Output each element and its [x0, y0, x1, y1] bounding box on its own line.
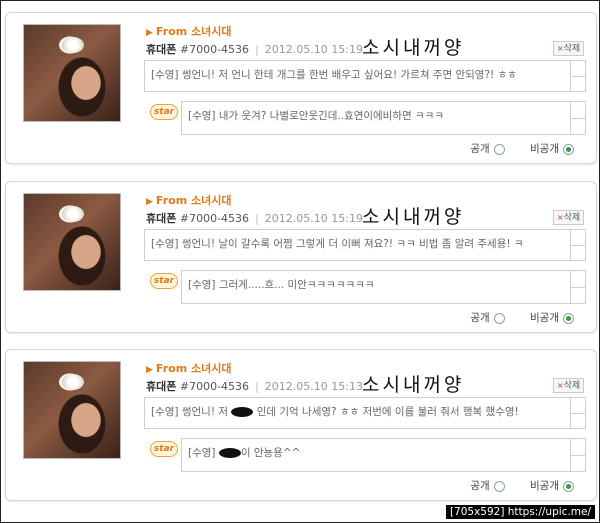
redaction-mark [218, 448, 241, 458]
profile-photo [23, 24, 121, 122]
scrollbar[interactable] [570, 230, 585, 260]
divider: | [255, 212, 259, 225]
public-radio[interactable] [493, 480, 505, 492]
delete-button[interactable]: ×삭제 [553, 41, 584, 56]
phone-number: #7000-4536 [179, 212, 250, 225]
divider: | [255, 380, 259, 393]
handwritten-signature: 소시내꺼양 [362, 206, 465, 228]
message-card: ▶ From 소녀시대 휴대폰 #7000-4536 | 2012.05.10 15:… [5, 349, 597, 501]
private-option[interactable]: 비공개 [530, 480, 574, 492]
delete-button[interactable]: ×삭제 [553, 378, 584, 393]
sender-info: 휴대폰 #7000-4536 | 2012.05.10 15:19 [146, 41, 363, 57]
star-badge: star [150, 104, 178, 120]
timestamp: 2012.05.10 15:19 [264, 212, 363, 225]
reply-text: [수영] 내가 웃겨? 나별로안웃긴데..효연이에비하면 ㅋㅋㅋ [188, 110, 444, 122]
phone-label: 휴대폰 [146, 212, 177, 225]
private-option[interactable]: 비공개 [530, 143, 574, 155]
private-radio[interactable] [563, 143, 574, 155]
private-radio[interactable] [563, 480, 574, 492]
message-card: ▶ From 소녀시대 휴대폰 #7000-4536 | 2012.05.10 15:… [5, 12, 597, 164]
scrollbar[interactable] [570, 102, 585, 134]
handwritten-signature: 소시내꺼양 [362, 374, 465, 396]
public-option[interactable]: 공개 [470, 312, 505, 324]
phone-label: 휴대폰 [146, 380, 177, 393]
watermark: [705x592] https://upic.me/ [445, 505, 595, 519]
phone-label: 휴대폰 [146, 43, 177, 56]
message-text: [수영] 썽언니! 날이 갈수록 어쩜 그렇게 더 이뻐 져요?! ㅋㅋ 비법 … [151, 238, 524, 250]
timestamp: 2012.05.10 15:13 [264, 380, 363, 393]
scrollbar[interactable] [570, 271, 585, 303]
reply-textarea[interactable]: [수영] 그러게.....흐... 미안ㅋㅋㅋㅋㅋㅋㅋ [181, 270, 586, 304]
phone-number: #7000-4536 [179, 380, 250, 393]
message-textarea[interactable]: [수영] 썽언니! 저 언니 한테 개그를 한번 배우고 싶어요! 가르쳐 주면… [144, 60, 586, 92]
reply-textarea[interactable]: [수영] 내가 웃겨? 나별로안웃긴데..효연이에비하면 ㅋㅋㅋ [181, 101, 586, 135]
scrollbar[interactable] [570, 61, 585, 91]
page-frame: ▶ From 소녀시대 휴대폰 #7000-4536 | 2012.05.10 15:… [0, 0, 600, 523]
public-radio[interactable] [493, 143, 505, 155]
star-badge: star [150, 441, 178, 457]
redaction-mark [231, 407, 254, 417]
divider: | [255, 43, 259, 56]
private-option[interactable]: 비공개 [530, 312, 574, 324]
sender-info: 휴대폰 #7000-4536 | 2012.05.10 15:19 [146, 210, 363, 226]
message-card: ▶ From 소녀시대 휴대폰 #7000-4536 | 2012.05.10 15:… [5, 181, 597, 333]
message-textarea[interactable]: [수영] 썽언니! 저 인데 기억 나세영? ㅎㅎ 저번에 이름 불러 줘서 행… [144, 397, 586, 429]
sender-group[interactable]: ▶ From 소녀시대 [146, 360, 232, 376]
close-icon: × [556, 44, 564, 53]
arrow-right-icon: ▶ [146, 197, 153, 207]
privacy-options: 공개 비공개 [470, 478, 574, 493]
reply-text: [수영] 이 안뇽용^^ [188, 447, 301, 459]
delete-button[interactable]: ×삭제 [553, 210, 584, 225]
scrollbar[interactable] [570, 398, 585, 428]
close-icon: × [556, 381, 564, 390]
reply-text: [수영] 그러게.....흐... 미안ㅋㅋㅋㅋㅋㅋㅋ [188, 279, 375, 291]
sender-group[interactable]: ▶ From 소녀시대 [146, 23, 232, 39]
public-radio[interactable] [493, 312, 505, 324]
sender-info: 휴대폰 #7000-4536 | 2012.05.10 15:13 [146, 378, 363, 394]
private-radio[interactable] [563, 312, 574, 324]
phone-number: #7000-4536 [179, 43, 250, 56]
profile-photo [23, 361, 121, 459]
arrow-right-icon: ▶ [146, 28, 153, 38]
message-text: [수영] 썽언니! 저 인데 기억 나세영? ㅎㅎ 저번에 이름 불러 줘서 행… [151, 406, 519, 418]
profile-photo [23, 193, 121, 291]
close-icon: × [556, 213, 564, 222]
scrollbar[interactable] [570, 439, 585, 471]
timestamp: 2012.05.10 15:19 [264, 43, 363, 56]
message-textarea[interactable]: [수영] 썽언니! 날이 갈수록 어쩜 그렇게 더 이뻐 져요?! ㅋㅋ 비법 … [144, 229, 586, 261]
star-badge: star [150, 273, 178, 289]
reply-textarea[interactable]: [수영] 이 안뇽용^^ [181, 438, 586, 472]
sender-group[interactable]: ▶ From 소녀시대 [146, 192, 232, 208]
arrow-right-icon: ▶ [146, 365, 153, 375]
privacy-options: 공개 비공개 [470, 310, 574, 325]
privacy-options: 공개 비공개 [470, 141, 574, 156]
public-option[interactable]: 공개 [470, 143, 505, 155]
message-text: [수영] 썽언니! 저 언니 한테 개그를 한번 배우고 싶어요! 가르쳐 주면… [151, 69, 517, 81]
handwritten-signature: 소시내꺼양 [362, 37, 465, 59]
public-option[interactable]: 공개 [470, 480, 505, 492]
